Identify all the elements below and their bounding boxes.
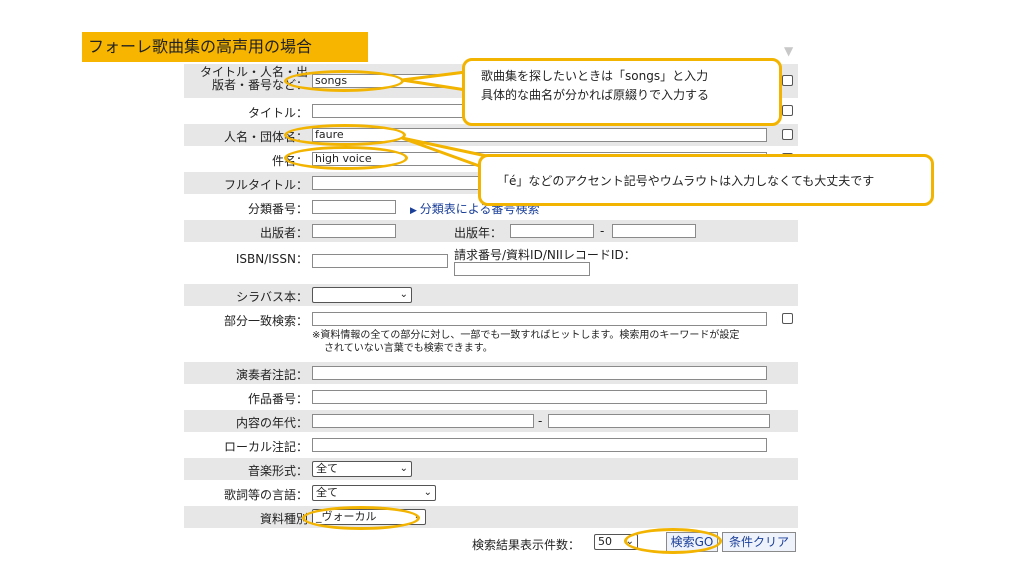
accent-callout-text: 「é」などのアクセント記号やウムラウトは入力しなくても大丈夫です (497, 174, 875, 188)
accent-callout: 「é」などのアクセント記号やウムラウトは入力しなくても大丈夫です (478, 154, 934, 206)
songs-callout-line2: 具体的な曲名が分かれば原綴りで入力する (481, 88, 710, 102)
songs-callout: 歌曲集を探したいときは「songs」と入力 具体的な曲名が分かれば原綴りで入力す… (462, 58, 782, 126)
songs-callout-pointer (401, 70, 468, 92)
songs-callout-line1: 歌曲集を探したいときは「songs」と入力 (481, 69, 709, 83)
